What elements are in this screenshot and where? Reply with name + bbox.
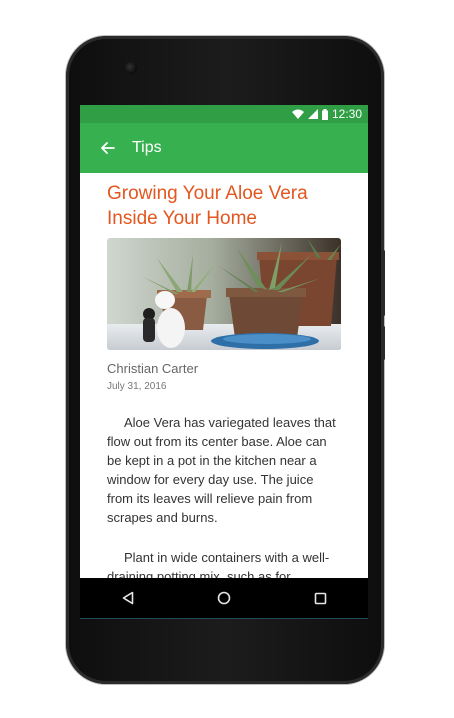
page-title: Tips <box>132 139 162 156</box>
status-time: 12:30 <box>331 107 362 121</box>
volume-button <box>382 250 385 316</box>
home-circle-icon[interactable] <box>204 583 244 613</box>
recents-square-icon[interactable] <box>300 583 340 613</box>
cell-signal-icon <box>307 109 318 119</box>
article-paragraph: Aloe Vera has variegated leaves that flo… <box>107 415 336 525</box>
aloe-vera-plant-photo <box>107 238 341 350</box>
app-bar: Tips <box>80 123 368 173</box>
screen-edge-line <box>80 618 368 619</box>
back-triangle-icon[interactable] <box>108 583 148 613</box>
wifi-icon <box>291 109 304 119</box>
status-bar: 12:30 <box>80 105 368 123</box>
article-content: Growing Your Aloe Vera Inside Your Home <box>80 173 368 609</box>
battery-icon <box>321 108 328 120</box>
article-author: Christian Carter <box>107 361 199 376</box>
front-camera <box>125 62 137 74</box>
article-title: Growing Your Aloe Vera Inside Your Home <box>107 183 308 229</box>
back-arrow-icon[interactable] <box>88 142 128 154</box>
screen: 12:30 Tips Growing Your Aloe Vera Inside… <box>80 105 368 619</box>
power-button <box>382 326 385 360</box>
article-date: July 31, 2016 <box>107 381 167 392</box>
navigation-bar <box>80 578 368 618</box>
